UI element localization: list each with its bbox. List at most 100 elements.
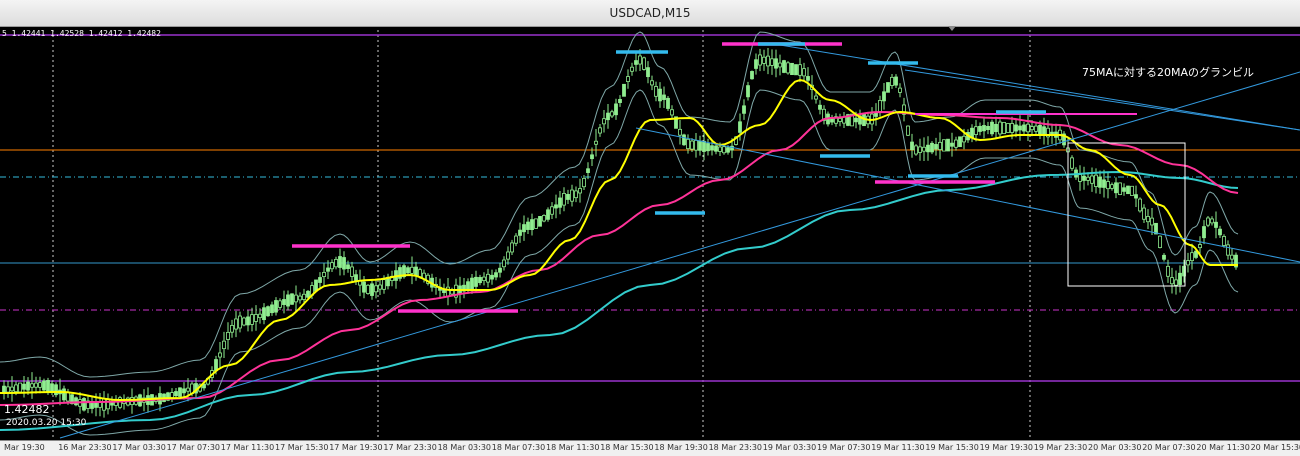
candle-body	[246, 316, 250, 326]
candle-body	[254, 314, 258, 322]
candle-body	[1142, 207, 1146, 220]
candle-body	[738, 121, 742, 133]
window-titlebar[interactable]: USDCAD,M15	[0, 0, 1300, 27]
candle-body	[374, 285, 378, 293]
candle-body	[106, 398, 110, 410]
time-axis-tick: 20 Mar 03:30	[1088, 443, 1142, 452]
candle-body	[886, 82, 890, 93]
candle-body	[1222, 236, 1226, 246]
candle-body	[366, 284, 370, 294]
candle-body	[498, 267, 502, 273]
candle-body	[1082, 175, 1086, 181]
candle-body	[610, 111, 614, 117]
candle-body	[558, 197, 562, 208]
candle-body	[998, 121, 1002, 135]
candle-body	[806, 76, 810, 81]
candle-body	[534, 218, 538, 229]
candle-body	[1078, 174, 1082, 182]
chart-annotation[interactable]: 75MAに対する20MAのグランビル	[1082, 64, 1254, 80]
candle-body	[1138, 198, 1142, 212]
time-axis-tick: 19 Mar 11:30	[871, 443, 925, 452]
time-axis-tick: 19 Mar 03:30	[762, 443, 817, 452]
candle-body	[662, 94, 666, 100]
candle-body	[570, 189, 574, 202]
candle-body	[94, 401, 98, 408]
candle-body	[1118, 182, 1122, 195]
candle-body	[506, 251, 510, 260]
candle-body	[1198, 244, 1202, 249]
candle-body	[546, 209, 550, 220]
candle-body	[62, 388, 66, 401]
candle-body	[654, 86, 658, 97]
time-axis-tick: 17 Mar 11:30	[220, 443, 275, 452]
candle-body	[658, 88, 662, 102]
time-axis-tick: 17 Mar 07:30	[166, 443, 221, 452]
candle-body	[306, 290, 310, 298]
candle-body	[666, 97, 670, 109]
candle-body	[974, 126, 978, 135]
candle-body	[554, 204, 558, 209]
candle-body	[790, 62, 794, 76]
candle-body	[678, 128, 682, 136]
candle-body	[370, 283, 374, 296]
candle-body	[938, 141, 942, 150]
candle-body	[482, 276, 486, 281]
candle-body	[786, 62, 790, 74]
candle-body	[238, 315, 242, 329]
candle-body	[10, 386, 14, 392]
candle-body	[814, 95, 818, 100]
candle-body	[1214, 221, 1218, 228]
candle-body	[778, 62, 782, 68]
trend-line	[779, 44, 1300, 131]
time-axis-tick: 20 Mar 15:30	[1250, 443, 1300, 452]
candle-body	[1126, 185, 1130, 195]
range-box[interactable]	[1067, 142, 1186, 287]
time-axis: Mar 19:30 16 Mar 23:30 17 Mar 03:30 17 Mar …	[0, 440, 1300, 456]
time-axis-tick: 17 Mar 23:30	[383, 443, 437, 452]
candle-body	[510, 242, 514, 253]
candle-body	[478, 277, 482, 284]
candle-body	[638, 55, 642, 65]
candle-body	[66, 392, 70, 402]
candle-body	[770, 58, 774, 66]
time-axis-tick: Mar 19:30	[4, 443, 45, 452]
candle-body	[494, 272, 498, 278]
candle-body	[646, 67, 650, 78]
candle-body	[22, 383, 26, 390]
candle-body	[1158, 235, 1162, 248]
candle-body	[906, 125, 910, 136]
candle-body	[954, 139, 958, 148]
candle-body	[1130, 185, 1134, 196]
candle-body	[1110, 184, 1114, 189]
candle-body	[270, 304, 274, 314]
candle-body	[342, 257, 346, 270]
candle-body	[582, 177, 586, 188]
candle-body	[758, 54, 762, 66]
candle-body	[170, 392, 174, 399]
candle-body	[542, 215, 546, 222]
price-chart[interactable]	[0, 27, 1300, 455]
candle-body	[794, 64, 798, 76]
time-axis-tick: 20 Mar 11:30	[1196, 443, 1250, 452]
candle-body	[1186, 260, 1190, 266]
candle-body	[854, 117, 858, 123]
candle-body	[1114, 182, 1118, 194]
time-axis-tick: 18 Mar 11:30	[546, 443, 600, 452]
candle-body	[942, 139, 946, 152]
candle-body	[606, 112, 610, 121]
candle-body	[406, 267, 410, 274]
candle-body	[74, 397, 78, 406]
candle-body	[650, 80, 654, 86]
candle-body	[926, 144, 930, 153]
candle-body	[1006, 123, 1010, 133]
candle-body	[502, 259, 506, 268]
candle-body	[690, 140, 694, 150]
time-axis-tick: 19 Mar 23:30	[1033, 443, 1088, 452]
time-axis-tick: 16 Mar 23:30	[58, 443, 112, 452]
candle-body	[230, 325, 234, 333]
candle-body	[26, 381, 30, 391]
candle-body	[930, 142, 934, 153]
time-axis-tick: 18 Mar 03:30	[437, 443, 492, 452]
candle-body	[6, 386, 10, 393]
candle-body	[182, 388, 186, 394]
